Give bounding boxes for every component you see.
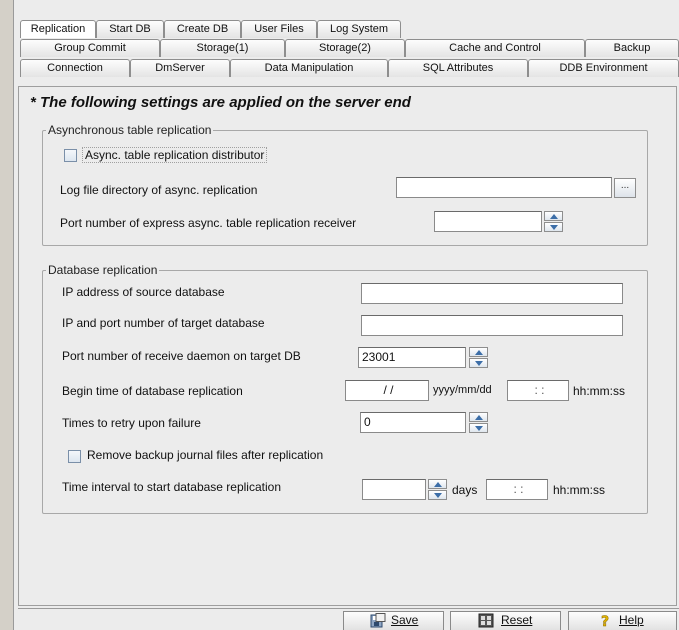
log-dir-field[interactable] (396, 177, 612, 198)
interval-label: Time interval to start database replicat… (62, 480, 281, 494)
time-format-label: hh:mm:ss (573, 384, 626, 398)
retry-spinner[interactable] (469, 412, 488, 433)
target-ip-field[interactable] (361, 315, 623, 336)
browse-button[interactable]: ... (614, 178, 636, 198)
async-distributor-checkbox[interactable] (64, 149, 77, 162)
date-format-label: yyyy/mm/dd (433, 384, 492, 396)
tab-data-manipulation[interactable]: Data Manipulation (230, 59, 388, 77)
reset-button-label: Reset (501, 613, 533, 627)
retry-label: Times to retry upon failure (62, 416, 201, 430)
async-distributor-label[interactable]: Async. table replication distributor (82, 147, 268, 163)
tab-cache-and-control[interactable]: Cache and Control (405, 39, 585, 57)
save-button-label: Save (391, 613, 419, 627)
interval-time-format-label: hh:mm:ss (553, 483, 606, 497)
spin-up-icon[interactable] (469, 347, 488, 357)
tab-replication[interactable]: Replication (20, 20, 96, 38)
daemon-port-field[interactable]: 23001 (358, 347, 466, 368)
tab-dmserver[interactable]: DmServer (130, 59, 230, 77)
interval-days-field[interactable] (362, 479, 426, 500)
tab-storage-1[interactable]: Storage(1) (160, 39, 285, 57)
source-ip-field[interactable] (361, 283, 623, 304)
tab-user-files[interactable]: User Files (241, 20, 317, 38)
spin-down-icon[interactable] (428, 490, 447, 500)
save-button[interactable]: Save (343, 611, 444, 630)
spin-up-icon[interactable] (544, 211, 563, 221)
target-ip-label: IP and port number of target database (62, 316, 265, 330)
window-left-edge (0, 0, 14, 630)
spin-down-icon[interactable] (544, 222, 563, 232)
interval-days-spinner[interactable] (428, 479, 447, 500)
page-title: * The following settings are applied on … (30, 94, 411, 111)
database-replication-legend: Database replication (46, 263, 160, 277)
source-ip-label: IP address of source database (62, 285, 225, 299)
daemon-port-spinner[interactable] (469, 347, 488, 368)
retry-field[interactable]: 0 (360, 412, 466, 433)
svg-text:?: ? (601, 614, 609, 628)
interval-time-field[interactable]: : : (486, 479, 548, 500)
help-button[interactable]: ? Help (568, 611, 677, 630)
express-port-field[interactable] (434, 211, 542, 232)
tab-log-system[interactable]: Log System (317, 20, 401, 38)
express-port-spinner[interactable] (544, 211, 563, 232)
spin-up-icon[interactable] (428, 479, 447, 489)
spin-down-icon[interactable] (469, 423, 488, 433)
express-port-label: Port number of express async. table repl… (60, 216, 357, 230)
tab-connection[interactable]: Connection (20, 59, 130, 77)
tab-ddb-environment[interactable]: DDB Environment (528, 59, 679, 77)
async-replication-legend: Asynchronous table replication (46, 123, 214, 137)
tab-create-db[interactable]: Create DB (164, 20, 241, 38)
tab-storage-2[interactable]: Storage(2) (285, 39, 405, 57)
reset-icon (478, 613, 494, 628)
help-button-label: Help (619, 613, 644, 627)
tab-row-3: Connection DmServer Data Manipulation SQ… (18, 59, 679, 77)
tab-backup[interactable]: Backup (585, 39, 679, 57)
spin-down-icon[interactable] (469, 358, 488, 368)
reset-button[interactable]: Reset (450, 611, 561, 630)
window-top-strip (0, 0, 679, 14)
remove-backup-checkbox[interactable] (68, 450, 81, 463)
spin-up-icon[interactable] (469, 412, 488, 422)
begin-time-field[interactable]: : : (507, 380, 569, 401)
tab-sql-attributes[interactable]: SQL Attributes (388, 59, 528, 77)
days-unit-label: days (452, 483, 478, 497)
remove-backup-label[interactable]: Remove backup journal files after replic… (87, 448, 323, 462)
begin-date-field[interactable]: / / (345, 380, 429, 401)
tab-start-db[interactable]: Start DB (96, 20, 164, 38)
tab-row-1: Replication Start DB Create DB User File… (18, 20, 679, 38)
tab-group-commit[interactable]: Group Commit (20, 39, 160, 57)
tab-row-2: Group Commit Storage(1) Storage(2) Cache… (18, 39, 679, 57)
log-dir-label: Log file directory of async. replication (60, 183, 258, 197)
help-icon: ? (601, 614, 610, 628)
daemon-port-label: Port number of receive daemon on target … (62, 349, 301, 363)
save-icon (370, 613, 386, 628)
begin-time-label: Begin time of database replication (62, 384, 243, 398)
